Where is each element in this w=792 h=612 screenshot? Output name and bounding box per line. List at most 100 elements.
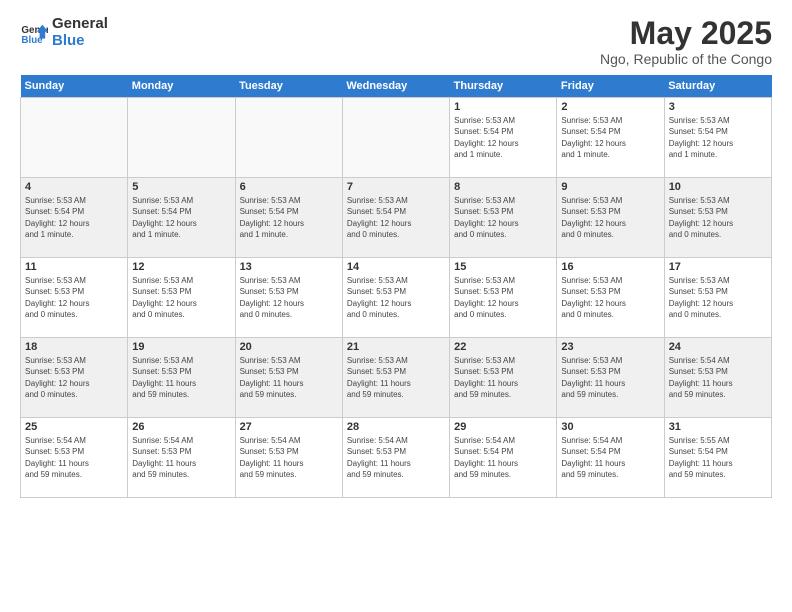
calendar-cell: 24 Sunrise: 5:54 AM Sunset: 5:53 PM Dayli… bbox=[664, 338, 771, 418]
day-info: Sunrise: 5:53 AM Sunset: 5:54 PM Dayligh… bbox=[454, 115, 552, 160]
logo-blue: Blue bbox=[52, 33, 108, 50]
week-row-1: 1 Sunrise: 5:53 AM Sunset: 5:54 PM Daylig… bbox=[21, 98, 772, 178]
calendar-cell: 4 Sunrise: 5:53 AM Sunset: 5:54 PM Daylig… bbox=[21, 178, 128, 258]
calendar-cell: 9 Sunrise: 5:53 AM Sunset: 5:53 PM Daylig… bbox=[557, 178, 664, 258]
day-info: Sunrise: 5:53 AM Sunset: 5:53 PM Dayligh… bbox=[561, 195, 659, 240]
logo-general: General bbox=[52, 16, 108, 33]
main-title: May 2025 bbox=[600, 16, 772, 51]
calendar-cell: 1 Sunrise: 5:53 AM Sunset: 5:54 PM Daylig… bbox=[450, 98, 557, 178]
day-info: Sunrise: 5:55 AM Sunset: 5:54 PM Dayligh… bbox=[669, 435, 767, 480]
calendar-cell: 28Sunrise: 5:54 AM Sunset: 5:53 PM Dayli… bbox=[342, 418, 449, 498]
day-info: Sunrise: 5:54 AM Sunset: 5:54 PM Dayligh… bbox=[561, 435, 659, 480]
day-number: 5 bbox=[132, 181, 230, 193]
day-number: 2 bbox=[561, 101, 659, 113]
day-number: 14 bbox=[347, 261, 445, 273]
day-info: Sunrise: 5:54 AM Sunset: 5:53 PM Dayligh… bbox=[132, 435, 230, 480]
calendar-cell: 25Sunrise: 5:54 AM Sunset: 5:53 PM Dayli… bbox=[21, 418, 128, 498]
day-number: 22 bbox=[454, 341, 552, 353]
calendar-cell bbox=[128, 98, 235, 178]
day-number: 26 bbox=[132, 421, 230, 433]
day-info: Sunrise: 5:53 AM Sunset: 5:53 PM Dayligh… bbox=[561, 275, 659, 320]
day-number: 1 bbox=[454, 101, 552, 113]
calendar-cell: 21 Sunrise: 5:53 AM Sunset: 5:53 PM Dayli… bbox=[342, 338, 449, 418]
day-info: Sunrise: 5:53 AM Sunset: 5:53 PM Dayligh… bbox=[454, 195, 552, 240]
calendar-cell: 31 Sunrise: 5:55 AM Sunset: 5:54 PM Dayli… bbox=[664, 418, 771, 498]
calendar-cell: 7 Sunrise: 5:53 AM Sunset: 5:54 PM Daylig… bbox=[342, 178, 449, 258]
day-info: Sunrise: 5:53 AM Sunset: 5:53 PM Dayligh… bbox=[454, 355, 552, 400]
week-row-4: 18 Sunrise: 5:53 AM Sunset: 5:53 PM Dayli… bbox=[21, 338, 772, 418]
calendar-cell: 27Sunrise: 5:54 AM Sunset: 5:53 PM Dayli… bbox=[235, 418, 342, 498]
calendar-cell: 18Sunrise: 5:53 AM Sunset: 5:53 PM Dayli… bbox=[21, 338, 128, 418]
day-number: 8 bbox=[454, 181, 552, 193]
calendar-cell: 22 Sunrise: 5:53 AM Sunset: 5:53 PM Dayli… bbox=[450, 338, 557, 418]
calendar-table: SundayMondayTuesdayWednesdayThursdayFrid… bbox=[20, 75, 772, 498]
calendar-cell: 10Sunrise: 5:53 AM Sunset: 5:53 PM Dayli… bbox=[664, 178, 771, 258]
calendar-cell: 8 Sunrise: 5:53 AM Sunset: 5:53 PM Daylig… bbox=[450, 178, 557, 258]
day-header-wednesday: Wednesday bbox=[342, 75, 449, 98]
calendar-cell: 5 Sunrise: 5:53 AM Sunset: 5:54 PM Daylig… bbox=[128, 178, 235, 258]
day-number: 12 bbox=[132, 261, 230, 273]
calendar-cell: 30Sunrise: 5:54 AM Sunset: 5:54 PM Dayli… bbox=[557, 418, 664, 498]
day-number: 21 bbox=[347, 341, 445, 353]
day-number: 19 bbox=[132, 341, 230, 353]
day-number: 7 bbox=[347, 181, 445, 193]
day-info: Sunrise: 5:54 AM Sunset: 5:53 PM Dayligh… bbox=[669, 355, 767, 400]
day-info: Sunrise: 5:53 AM Sunset: 5:53 PM Dayligh… bbox=[25, 275, 123, 320]
calendar-cell: 13 Sunrise: 5:53 AM Sunset: 5:53 PM Dayli… bbox=[235, 258, 342, 338]
day-number: 16 bbox=[561, 261, 659, 273]
day-number: 24 bbox=[669, 341, 767, 353]
day-number: 25 bbox=[25, 421, 123, 433]
day-info: Sunrise: 5:54 AM Sunset: 5:53 PM Dayligh… bbox=[347, 435, 445, 480]
day-info: Sunrise: 5:53 AM Sunset: 5:54 PM Dayligh… bbox=[561, 115, 659, 160]
day-header-sunday: Sunday bbox=[21, 75, 128, 98]
day-info: Sunrise: 5:53 AM Sunset: 5:53 PM Dayligh… bbox=[669, 275, 767, 320]
calendar-cell: 23Sunrise: 5:53 AM Sunset: 5:53 PM Dayli… bbox=[557, 338, 664, 418]
calendar-cell bbox=[235, 98, 342, 178]
title-block: May 2025 Ngo, Republic of the Congo bbox=[600, 16, 772, 67]
day-info: Sunrise: 5:53 AM Sunset: 5:53 PM Dayligh… bbox=[454, 275, 552, 320]
day-number: 11 bbox=[25, 261, 123, 273]
day-number: 3 bbox=[669, 101, 767, 113]
day-info: Sunrise: 5:53 AM Sunset: 5:53 PM Dayligh… bbox=[132, 275, 230, 320]
day-number: 18 bbox=[25, 341, 123, 353]
day-number: 17 bbox=[669, 261, 767, 273]
calendar-cell: 17 Sunrise: 5:53 AM Sunset: 5:53 PM Dayli… bbox=[664, 258, 771, 338]
calendar-cell: 19 Sunrise: 5:53 AM Sunset: 5:53 PM Dayli… bbox=[128, 338, 235, 418]
day-header-monday: Monday bbox=[128, 75, 235, 98]
day-info: Sunrise: 5:54 AM Sunset: 5:54 PM Dayligh… bbox=[454, 435, 552, 480]
day-header-tuesday: Tuesday bbox=[235, 75, 342, 98]
day-info: Sunrise: 5:53 AM Sunset: 5:54 PM Dayligh… bbox=[240, 195, 338, 240]
day-info: Sunrise: 5:53 AM Sunset: 5:53 PM Dayligh… bbox=[561, 355, 659, 400]
calendar-cell: 14Sunrise: 5:53 AM Sunset: 5:53 PM Dayli… bbox=[342, 258, 449, 338]
calendar-cell: 20 Sunrise: 5:53 AM Sunset: 5:53 PM Dayli… bbox=[235, 338, 342, 418]
calendar-cell: 26 Sunrise: 5:54 AM Sunset: 5:53 PM Dayli… bbox=[128, 418, 235, 498]
day-number: 9 bbox=[561, 181, 659, 193]
day-info: Sunrise: 5:53 AM Sunset: 5:53 PM Dayligh… bbox=[132, 355, 230, 400]
day-info: Sunrise: 5:53 AM Sunset: 5:54 PM Dayligh… bbox=[347, 195, 445, 240]
day-info: Sunrise: 5:54 AM Sunset: 5:53 PM Dayligh… bbox=[240, 435, 338, 480]
header: General Blue General Blue May 2025 Ngo, … bbox=[20, 16, 772, 67]
calendar-cell: 6Sunrise: 5:53 AM Sunset: 5:54 PM Daylig… bbox=[235, 178, 342, 258]
day-info: Sunrise: 5:53 AM Sunset: 5:53 PM Dayligh… bbox=[240, 355, 338, 400]
day-header-thursday: Thursday bbox=[450, 75, 557, 98]
header-row: SundayMondayTuesdayWednesdayThursdayFrid… bbox=[21, 75, 772, 98]
calendar-cell: 16 Sunrise: 5:53 AM Sunset: 5:53 PM Dayli… bbox=[557, 258, 664, 338]
day-info: Sunrise: 5:53 AM Sunset: 5:53 PM Dayligh… bbox=[669, 195, 767, 240]
day-info: Sunrise: 5:53 AM Sunset: 5:53 PM Dayligh… bbox=[347, 355, 445, 400]
calendar-cell: 29 Sunrise: 5:54 AM Sunset: 5:54 PM Dayli… bbox=[450, 418, 557, 498]
day-number: 4 bbox=[25, 181, 123, 193]
day-info: Sunrise: 5:53 AM Sunset: 5:53 PM Dayligh… bbox=[240, 275, 338, 320]
calendar-cell: 3Sunrise: 5:53 AM Sunset: 5:54 PM Daylig… bbox=[664, 98, 771, 178]
day-info: Sunrise: 5:53 AM Sunset: 5:54 PM Dayligh… bbox=[132, 195, 230, 240]
day-number: 29 bbox=[454, 421, 552, 433]
logo-icon: General Blue bbox=[20, 19, 48, 47]
day-number: 31 bbox=[669, 421, 767, 433]
day-number: 13 bbox=[240, 261, 338, 273]
day-number: 20 bbox=[240, 341, 338, 353]
day-info: Sunrise: 5:53 AM Sunset: 5:54 PM Dayligh… bbox=[25, 195, 123, 240]
logo: General Blue General Blue bbox=[20, 16, 108, 49]
calendar-cell: 11 Sunrise: 5:53 AM Sunset: 5:53 PM Dayli… bbox=[21, 258, 128, 338]
week-row-3: 11 Sunrise: 5:53 AM Sunset: 5:53 PM Dayli… bbox=[21, 258, 772, 338]
calendar-cell: 12 Sunrise: 5:53 AM Sunset: 5:53 PM Dayli… bbox=[128, 258, 235, 338]
week-row-5: 25 Sunrise: 5:54 AM Sunset: 5:53 PM Dayli… bbox=[21, 418, 772, 498]
